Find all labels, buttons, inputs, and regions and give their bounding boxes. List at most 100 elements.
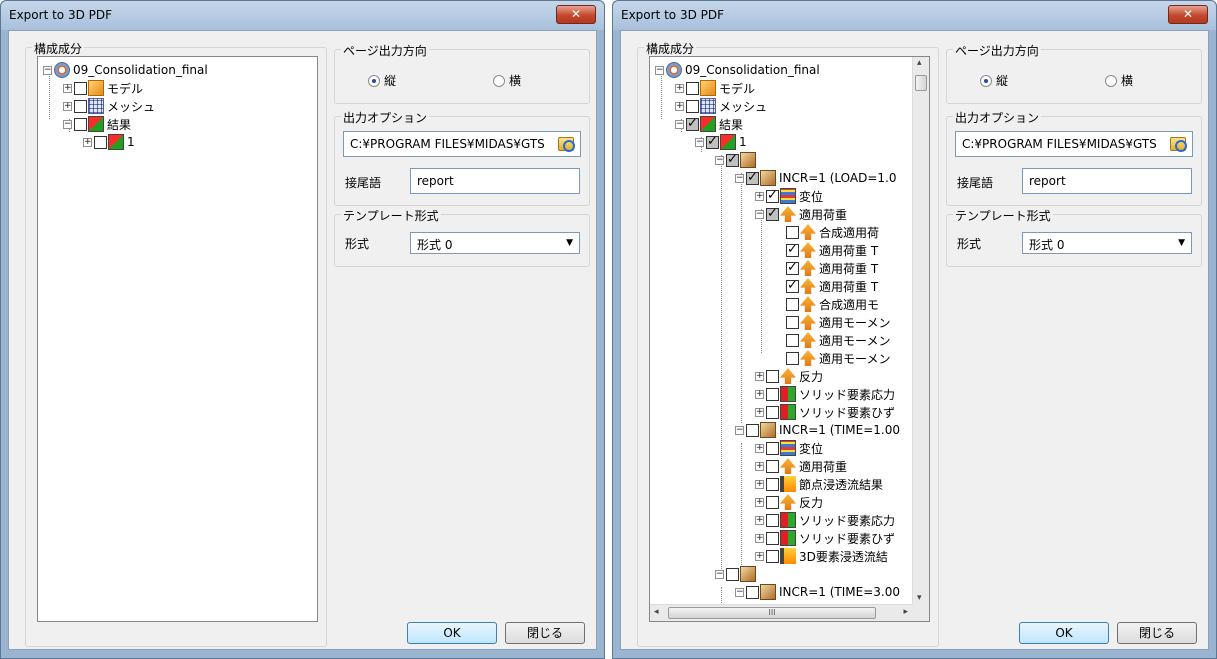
tree-row[interactable]: − 09_Consolidation_final (655, 61, 820, 79)
expand-icon[interactable]: + (755, 389, 764, 399)
tree-row[interactable]: − 1 (695, 133, 747, 151)
tree-checkbox[interactable] (786, 297, 799, 311)
tree-row[interactable]: − (715, 565, 759, 583)
format-select[interactable]: 形式 0 ▼ (1022, 232, 1192, 254)
tree-row[interactable]: − INCR=1 (LOAD=1.0 (735, 169, 897, 187)
browse-folder-icon[interactable] (1170, 137, 1187, 152)
expand-icon[interactable]: + (755, 497, 764, 507)
tree-row[interactable]: + ソリッド要素応力 (755, 511, 895, 529)
browse-folder-icon[interactable] (558, 137, 575, 152)
tree-checkbox[interactable] (786, 260, 799, 275)
vertical-scroll-thumb[interactable] (915, 75, 927, 91)
suffix-input[interactable]: report (1022, 168, 1192, 194)
tree-row[interactable]: + ソリッド要素ひず (755, 529, 895, 547)
tree-row[interactable]: 適用モーメン (775, 331, 891, 349)
tree-checkbox[interactable] (726, 567, 739, 581)
tree-checkbox[interactable] (786, 278, 799, 293)
tree-row[interactable]: − (715, 151, 759, 169)
landscape-radio[interactable]: 横 (1105, 72, 1133, 89)
tree-row[interactable]: + ソリッド要素ひず (755, 403, 895, 421)
format-select[interactable]: 形式 0 ▼ (410, 232, 580, 254)
tree-row[interactable]: 合成適用荷 (775, 223, 879, 241)
tree-row[interactable]: + 反力 (755, 367, 823, 385)
tree-checkbox[interactable] (786, 315, 799, 329)
collapse-icon[interactable]: − (735, 173, 744, 183)
expand-icon[interactable]: + (755, 551, 764, 561)
scroll-down-icon[interactable]: ▾ (917, 593, 922, 603)
output-path-field[interactable]: C:¥PROGRAM FILES¥MIDAS¥GTS (343, 131, 581, 157)
scroll-up-icon[interactable]: ▴ (917, 58, 922, 68)
expand-icon[interactable]: + (83, 137, 92, 147)
tree-checkbox[interactable] (786, 351, 799, 365)
tree-row[interactable]: + モデル (675, 79, 755, 97)
tree-checkbox[interactable] (686, 99, 699, 113)
tree-row[interactable]: − 適用荷重 (755, 205, 847, 223)
tree-checkbox[interactable] (786, 242, 799, 257)
expand-icon[interactable]: + (755, 191, 764, 201)
component-tree[interactable]: − 09_Consolidation_final + モデル + メッシュ − … (37, 56, 318, 622)
tree-checkbox[interactable] (766, 369, 779, 383)
portrait-radio[interactable]: 縦 (980, 72, 1008, 89)
tree-row[interactable]: + ソリッド要素応力 (755, 385, 895, 403)
radio-selected-icon[interactable] (368, 74, 380, 87)
tree-row[interactable]: + メッシュ (675, 97, 767, 115)
tree-row[interactable]: 適用モーメン (775, 349, 891, 367)
chevron-down-icon[interactable]: ▼ (566, 238, 573, 248)
collapse-icon[interactable]: − (735, 587, 744, 597)
tree-checkbox[interactable] (766, 477, 779, 491)
collapse-icon[interactable]: − (735, 425, 744, 435)
tree-checkbox[interactable] (74, 81, 87, 95)
tree-row[interactable]: + 節点浸透流結果 (755, 475, 883, 493)
tree-row[interactable]: + モデル (63, 79, 143, 97)
tree-row[interactable]: 適用荷重 T (775, 259, 878, 277)
radio-unselected-icon[interactable] (1105, 74, 1117, 87)
expand-icon[interactable]: + (755, 515, 764, 525)
tree-row[interactable]: − INCR=1 (TIME=3.00 (735, 583, 900, 601)
ok-button[interactable]: OK (407, 622, 497, 644)
tree-checkbox[interactable] (746, 585, 759, 599)
expand-icon[interactable]: + (755, 407, 764, 417)
collapse-icon[interactable]: − (655, 65, 664, 75)
expand-icon[interactable]: + (675, 83, 684, 93)
tree-row[interactable]: − 09_Consolidation_final (43, 61, 208, 79)
cancel-button[interactable]: 閉じる (1117, 622, 1197, 644)
horizontal-scrollbar[interactable]: ◂ III ▸ (650, 604, 912, 621)
tree-row[interactable]: + 変位 (755, 187, 823, 205)
tree-checkbox[interactable] (766, 188, 779, 203)
tree-row[interactable]: 合成適用モ (775, 295, 879, 313)
tree-checkbox[interactable] (766, 459, 779, 473)
tree-checkbox[interactable] (766, 405, 779, 419)
expand-icon[interactable]: + (755, 443, 764, 453)
landscape-radio[interactable]: 横 (493, 72, 521, 89)
tree-checkbox[interactable] (74, 117, 87, 131)
tree-checkbox[interactable] (786, 225, 799, 239)
component-tree[interactable]: − 09_Consolidation_final + モデル + メッシュ − … (649, 56, 930, 622)
tree-row[interactable]: + メッシュ (63, 97, 155, 115)
tree-row[interactable]: 適用荷重 T (775, 277, 878, 295)
tree-checkbox[interactable] (726, 152, 739, 167)
expand-icon[interactable]: + (755, 371, 764, 381)
tree-row[interactable]: 適用モーメン (775, 313, 891, 331)
tree-checkbox[interactable] (706, 134, 719, 149)
tree-row[interactable]: − 結果 (675, 115, 743, 133)
expand-icon[interactable]: + (755, 461, 764, 471)
tree-row[interactable]: − INCR=1 (TIME=1.00 (735, 421, 900, 439)
tree-row[interactable]: + 変位 (755, 439, 823, 457)
collapse-icon[interactable]: − (755, 209, 764, 219)
close-window-button[interactable]: ✕ (556, 5, 596, 24)
expand-icon[interactable]: + (63, 101, 72, 111)
expand-icon[interactable]: + (755, 479, 764, 489)
chevron-down-icon[interactable]: ▼ (1178, 238, 1185, 248)
ok-button[interactable]: OK (1019, 622, 1109, 644)
tree-checkbox[interactable] (686, 116, 699, 131)
title-bar[interactable]: Export to 3D PDF ✕ (613, 1, 1216, 30)
horizontal-scroll-thumb[interactable]: III (668, 607, 876, 619)
scroll-right-icon[interactable]: ▸ (903, 607, 908, 617)
suffix-input[interactable]: report (410, 168, 580, 194)
tree-checkbox[interactable] (94, 135, 107, 149)
collapse-icon[interactable]: − (675, 119, 684, 129)
tree-row[interactable]: + 1 (83, 133, 135, 151)
collapse-icon[interactable]: − (715, 155, 724, 165)
portrait-radio[interactable]: 縦 (368, 72, 396, 89)
output-path-field[interactable]: C:¥PROGRAM FILES¥MIDAS¥GTS (955, 131, 1193, 157)
